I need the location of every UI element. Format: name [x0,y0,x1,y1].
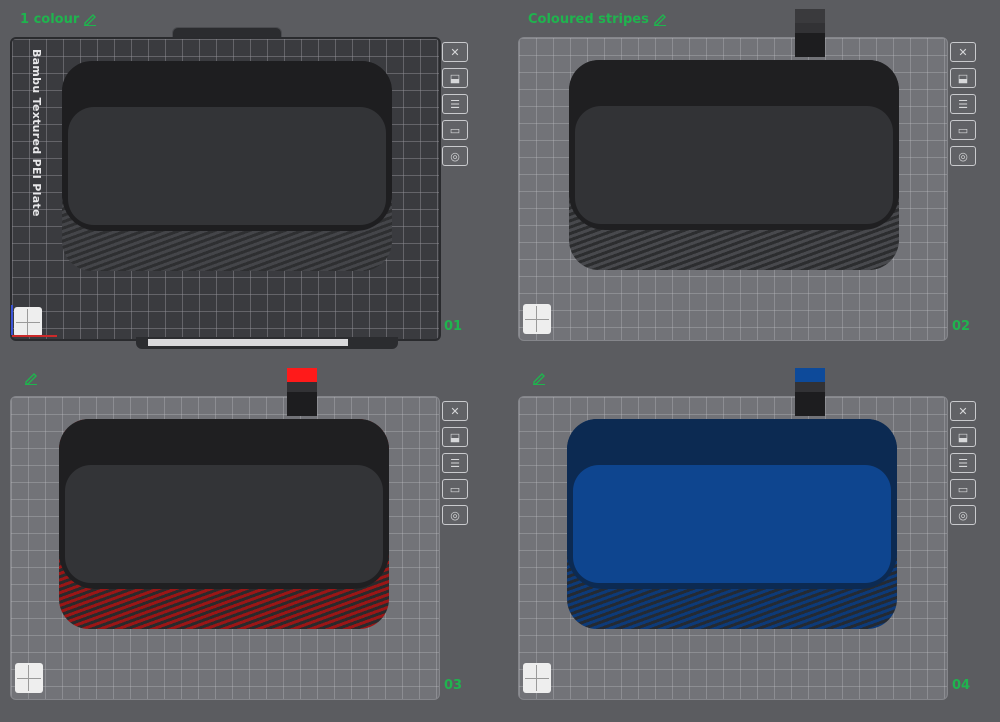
x-axis-line [12,335,57,337]
auto-orient-icon[interactable]: ⬓ [950,427,976,447]
prime-tower-4[interactable] [795,368,825,416]
tray-floor [65,465,383,583]
plate-type-label: Bambu Textured PEI Plate [30,49,43,217]
pencil-icon[interactable] [653,12,667,26]
arrange-icon[interactable]: ☰ [950,453,976,473]
build-plate-2[interactable] [518,37,948,341]
lock-icon[interactable]: ▭ [950,120,976,140]
bed-bottom-bar [136,337,398,349]
plate-number-2: 02 [952,319,971,334]
prime-tower-2[interactable] [795,9,825,57]
pencil-icon[interactable] [83,12,97,26]
tower-band [795,23,825,33]
close-icon[interactable]: ✕ [950,42,976,62]
eye-icon[interactable]: ◎ [442,146,468,166]
tower-cap [795,368,825,382]
lock-icon[interactable]: ▭ [442,479,468,499]
tray-model-3[interactable] [59,419,389,629]
auto-orient-icon[interactable]: ⬓ [442,68,468,88]
arrange-icon[interactable]: ☰ [442,453,468,473]
arrange-icon[interactable]: ☰ [950,94,976,114]
plate-toolbar-2: ✕ ⬓ ☰ ▭ ◎ [950,42,978,172]
plate-toolbar-1: ✕ ⬓ ☰ ▭ ◎ [442,42,470,172]
lock-icon[interactable]: ▭ [442,120,468,140]
plate-toolbar-4: ✕ ⬓ ☰ ▭ ◎ [950,401,978,531]
pencil-icon[interactable] [532,371,546,385]
tray-model-1[interactable] [62,61,392,271]
plate-number-4: 04 [952,678,971,693]
axis-cube [523,663,551,693]
plate-title-text: Coloured stripes [528,11,649,27]
y-axis-line [11,305,13,335]
bed-status-strip [148,339,348,346]
tower-cap [795,9,825,23]
tray-floor [575,106,893,224]
plate-number-3: 03 [444,678,463,693]
axis-cube [523,304,551,334]
build-plate-1[interactable]: Bambu Textured PEI Plate [10,37,441,341]
eye-icon[interactable]: ◎ [442,505,468,525]
plate-toolbar-3: ✕ ⬓ ☰ ▭ ◎ [442,401,470,531]
tray-model-2[interactable] [569,60,899,270]
tray-model-4[interactable] [567,419,897,629]
tray-floor [573,465,891,583]
close-icon[interactable]: ✕ [442,42,468,62]
tray-floor [68,107,386,225]
prime-tower-3[interactable] [287,368,317,416]
auto-orient-icon[interactable]: ⬓ [950,68,976,88]
pencil-icon[interactable] [24,371,38,385]
tower-cap [287,368,317,382]
auto-orient-icon[interactable]: ⬓ [442,427,468,447]
plate-title-1[interactable]: 1 colour [20,10,97,28]
lock-icon[interactable]: ▭ [950,479,976,499]
axis-cube [15,663,43,693]
tower-band [795,382,825,392]
plate-title-4[interactable] [528,369,546,387]
arrange-icon[interactable]: ☰ [442,94,468,114]
plate-title-text: 1 colour [20,11,80,27]
eye-icon[interactable]: ◎ [950,146,976,166]
build-plate-3[interactable] [10,396,440,700]
axis-cube [14,307,42,337]
plate-number-1: 01 [444,319,463,334]
plate-title-3[interactable] [20,369,38,387]
plate-title-2[interactable]: Coloured stripes [528,10,667,28]
close-icon[interactable]: ✕ [950,401,976,421]
eye-icon[interactable]: ◎ [950,505,976,525]
close-icon[interactable]: ✕ [442,401,468,421]
tower-band [287,382,317,392]
build-plate-4[interactable] [518,396,948,700]
